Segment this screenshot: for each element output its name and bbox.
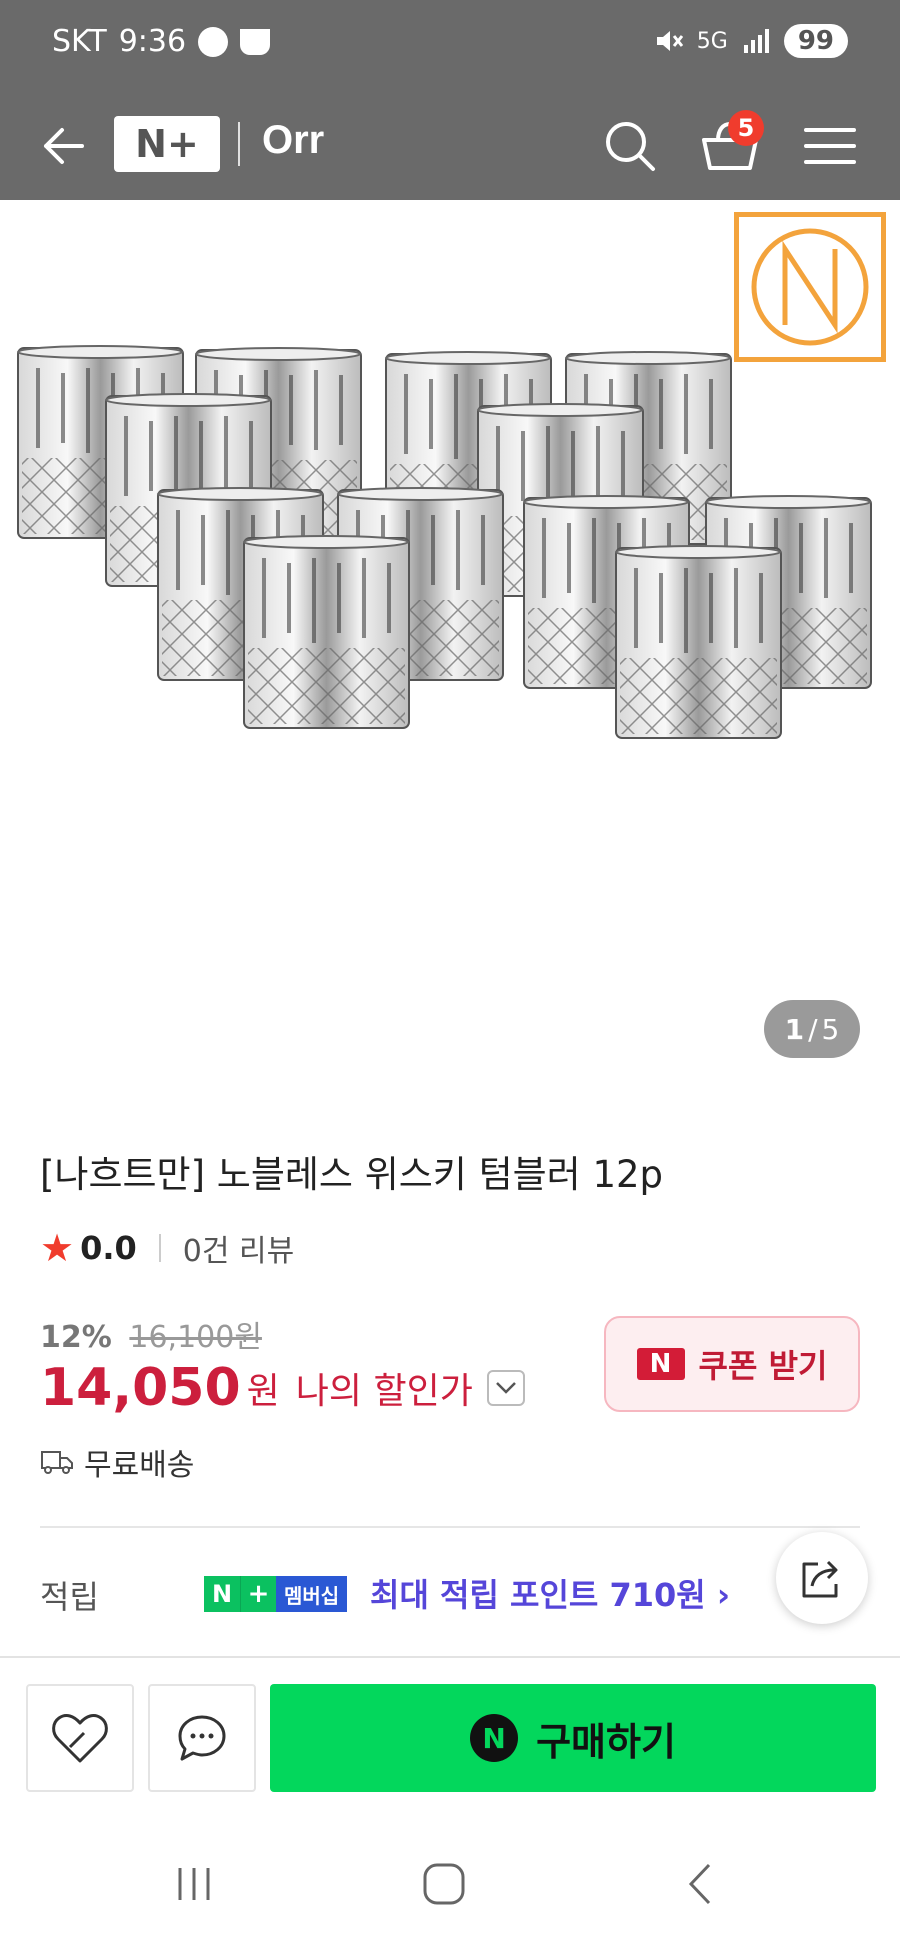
image-total: 5 [821, 1012, 840, 1046]
carrier-label: SKT [52, 24, 107, 59]
star-icon: ★ [40, 1226, 75, 1270]
network-label: 5G [696, 28, 728, 54]
currency-label: 원 [246, 1371, 280, 1412]
status-right: 5G 99 [653, 24, 848, 58]
membership-n-icon: N [204, 1576, 240, 1612]
get-coupon-button[interactable]: N 쿠폰 받기 [604, 1316, 860, 1412]
membership-label: 멤버십 [276, 1576, 348, 1612]
heart-icon [52, 1714, 108, 1763]
search-icon[interactable] [590, 106, 670, 186]
clock: 9:36 [118, 24, 187, 59]
cart-button[interactable]: 5 [690, 106, 770, 186]
wishlist-button[interactable] [26, 1684, 134, 1792]
battery-indicator: 99 [783, 24, 848, 58]
delivery-truck-icon [41, 1451, 73, 1474]
buy-button[interactable]: N 구매하기 [270, 1684, 876, 1792]
logo-text: N+ [135, 122, 199, 166]
price-detail-toggle[interactable] [486, 1370, 525, 1406]
price-row: 14,050 원 나의 할인가 [40, 1358, 525, 1418]
menu-icon[interactable] [790, 106, 870, 186]
rating-value: 0.0 [80, 1229, 137, 1267]
system-navigation-bar [0, 1818, 900, 1950]
product-image-carousel[interactable]: 1 / 5 [0, 200, 900, 1080]
status-bar: SKT 9:36 5G 99 [0, 0, 900, 92]
buy-label: 구매하기 [536, 1719, 676, 1764]
talk-inquiry-button[interactable] [148, 1684, 256, 1792]
rating-divider [158, 1234, 161, 1262]
share-button[interactable] [776, 1532, 868, 1624]
chat-bubble-icon [178, 1715, 226, 1761]
status-left: SKT 9:36 [52, 24, 271, 59]
whisky-tumblers-photo [16, 344, 873, 740]
my-discount-price-label: 나의 할인가 [295, 1371, 473, 1412]
header-divider [238, 122, 240, 166]
product-title: [나흐트만] 노블레스 위스키 텀블러 12p [40, 1153, 664, 1196]
chevron-down-icon [495, 1382, 516, 1394]
recent-apps-icon[interactable] [154, 1854, 234, 1914]
store-name[interactable]: Orr [262, 118, 324, 163]
section-divider [40, 1526, 860, 1528]
discount-row: 12% 16,100원 [40, 1312, 262, 1356]
app-header: N+ Orr 5 [0, 92, 900, 200]
coffee-notification-icon [240, 28, 271, 55]
share-icon [802, 1560, 838, 1598]
naver-plus-membership-badge: N + 멤버십 [204, 1576, 348, 1612]
points-label: 적립 [40, 1578, 99, 1616]
back-arrow-icon[interactable] [34, 116, 94, 176]
naver-n-icon: N [636, 1348, 685, 1380]
back-nav-icon[interactable] [660, 1854, 740, 1914]
shipping-row: 무료배송 [40, 1440, 194, 1484]
sale-price: 14,050 [40, 1358, 241, 1418]
image-counter: 1 / 5 [764, 1000, 860, 1058]
naver-plus-logo[interactable]: N+ [114, 116, 220, 172]
membership-plus-icon: + [240, 1576, 276, 1612]
image-current: 1 [784, 1012, 805, 1046]
home-icon[interactable] [404, 1854, 484, 1914]
talk-notification-icon [198, 26, 229, 57]
coupon-label: 쿠폰 받기 [698, 1347, 828, 1385]
cart-count-badge: 5 [728, 110, 764, 146]
original-price: 16,100원 [129, 1320, 262, 1355]
max-points-link[interactable]: 최대 적립 포인트 710원 › [370, 1570, 730, 1616]
image-separator: / [808, 1012, 818, 1046]
review-count[interactable]: 0건 리뷰 [183, 1226, 294, 1270]
points-row[interactable]: 적립 N + 멤버십 최대 적립 포인트 710원 › [40, 1566, 800, 1622]
discount-percent: 12% [40, 1320, 112, 1355]
signal-icon [743, 29, 769, 53]
purchase-action-bar: N 구매하기 [0, 1658, 900, 1818]
naver-pay-n-icon: N [470, 1714, 519, 1762]
rating-row[interactable]: ★ 0.0 0건 리뷰 [40, 1226, 294, 1270]
shipping-label: 무료배송 [84, 1448, 195, 1483]
mute-vibrate-icon [656, 31, 683, 51]
